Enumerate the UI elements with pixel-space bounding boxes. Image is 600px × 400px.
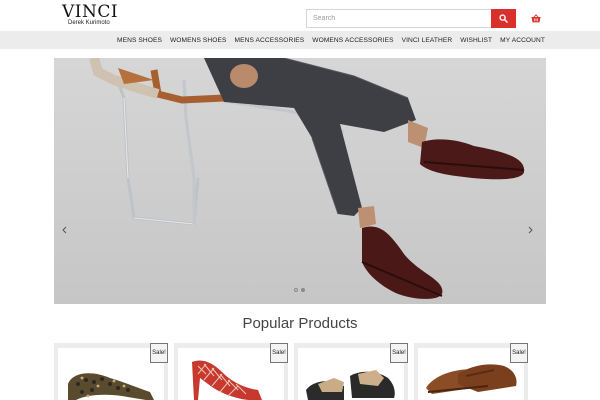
search-button[interactable] xyxy=(491,9,516,28)
shopping-basket-icon xyxy=(531,13,541,22)
product-image xyxy=(192,360,262,400)
sale-badge: Sale! xyxy=(390,343,408,363)
sale-badge: Sale! xyxy=(150,343,168,363)
slider-prev-button[interactable] xyxy=(62,226,72,240)
search-input[interactable] xyxy=(306,9,491,28)
nav-item-womens-shoes[interactable]: WOMENS SHOES xyxy=(170,37,227,44)
nav-item-mens-shoes[interactable]: MENS SHOES xyxy=(117,37,162,44)
product-image xyxy=(68,373,154,400)
slider-dots xyxy=(294,288,308,293)
search-form xyxy=(306,9,516,28)
product-card[interactable]: Sale! xyxy=(294,343,408,400)
hero-image xyxy=(54,58,546,304)
site-header: VINCI Derek Kurimoto xyxy=(0,0,600,31)
product-image-frame xyxy=(298,348,404,400)
brand-name: VINCI xyxy=(62,2,119,22)
product-image-frame xyxy=(418,348,524,400)
sale-badge: Sale! xyxy=(270,343,288,363)
nav-item-my-account[interactable]: MY ACCOUNT xyxy=(500,37,545,44)
sale-badge: Sale! xyxy=(510,343,528,363)
slider-next-button[interactable] xyxy=(528,226,538,240)
nav-item-vinci-leather[interactable]: VINCI LEATHER xyxy=(402,37,453,44)
nav-item-wishlist[interactable]: WISHLIST xyxy=(460,37,492,44)
product-image xyxy=(306,370,395,400)
product-image xyxy=(426,364,517,394)
brand-logo[interactable]: VINCI Derek Kurimoto xyxy=(62,2,122,28)
main-nav: MENS SHOES WOMENS SHOES MENS ACCESSORIES… xyxy=(0,31,600,49)
page: VINCI Derek Kurimoto MENS xyxy=(0,0,600,400)
hero-slider[interactable] xyxy=(54,58,546,304)
chevron-right-icon xyxy=(528,226,533,234)
nav-item-mens-accessories[interactable]: MENS ACCESSORIES xyxy=(235,37,305,44)
nav-item-womens-accessories[interactable]: WOMENS ACCESSORIES xyxy=(312,37,393,44)
popular-products-title: Popular Products xyxy=(242,315,358,332)
product-image-frame xyxy=(178,348,284,400)
product-image-frame xyxy=(58,348,164,400)
cart-button[interactable] xyxy=(530,12,542,24)
brand-subtitle: Derek Kurimoto xyxy=(68,20,110,26)
nav-list: MENS SHOES WOMENS SHOES MENS ACCESSORIES… xyxy=(117,31,553,49)
product-card[interactable]: Sale! xyxy=(414,343,528,400)
slider-dot-2[interactable] xyxy=(301,288,305,292)
slider-dot-1[interactable] xyxy=(294,288,298,292)
product-grid: Sale! Sale! Sale! Sale! xyxy=(54,343,546,400)
search-icon xyxy=(499,14,508,23)
product-card[interactable]: Sale! xyxy=(174,343,288,400)
chevron-left-icon xyxy=(62,226,67,234)
product-card[interactable]: Sale! xyxy=(54,343,168,400)
